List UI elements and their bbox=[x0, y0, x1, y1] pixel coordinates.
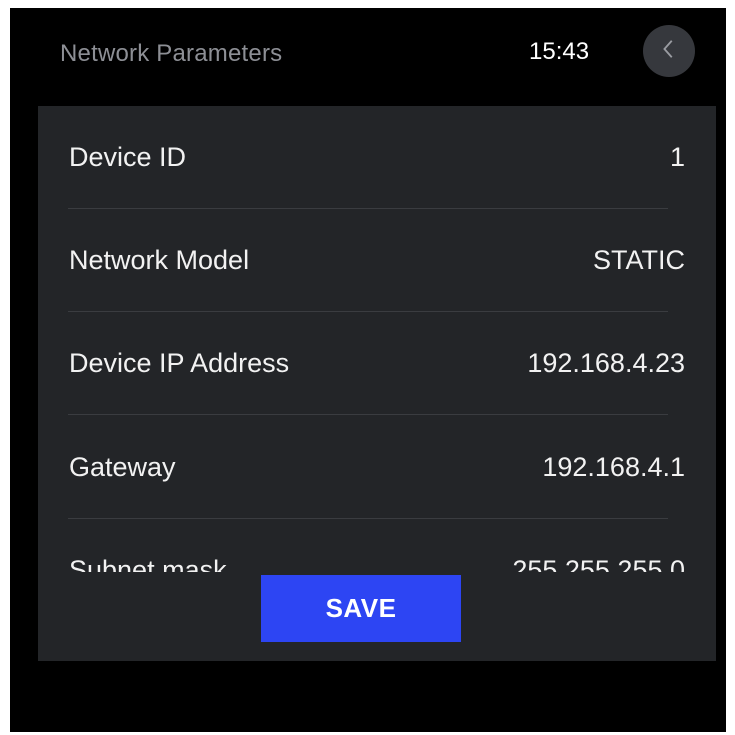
setting-value: STATIC bbox=[593, 245, 685, 275]
settings-list[interactable]: Device ID 1 Network Model STATIC Device … bbox=[38, 106, 716, 572]
setting-label: Device IP Address bbox=[69, 348, 290, 378]
setting-label: Subnet mask bbox=[69, 555, 227, 572]
back-button[interactable] bbox=[643, 25, 695, 77]
setting-label: Gateway bbox=[69, 452, 176, 482]
chevron-left-icon bbox=[658, 38, 680, 65]
divider bbox=[68, 414, 668, 415]
setting-value: 255.255.255.0 bbox=[512, 555, 685, 572]
settings-row-device-ip[interactable]: Device IP Address 192.168.4.23 bbox=[38, 312, 716, 415]
clock-time: 15:43 bbox=[529, 38, 590, 65]
setting-value: 192.168.4.1 bbox=[542, 452, 685, 482]
setting-label: Network Model bbox=[69, 245, 250, 275]
settings-row-network-model[interactable]: Network Model STATIC bbox=[38, 209, 716, 312]
page-title: Network Parameters bbox=[60, 40, 283, 67]
save-button[interactable]: SAVE bbox=[261, 575, 461, 642]
setting-value: 192.168.4.23 bbox=[527, 348, 685, 378]
chevron-left-icon-svg bbox=[663, 39, 673, 58]
setting-label: Device ID bbox=[69, 142, 187, 172]
settings-row-gateway[interactable]: Gateway 192.168.4.1 bbox=[38, 416, 716, 519]
setting-value: 1 bbox=[669, 142, 685, 172]
settings-panel: Device ID 1 Network Model STATIC Device … bbox=[38, 106, 716, 661]
settings-row-subnet-mask[interactable]: Subnet mask 255.255.255.0 bbox=[38, 519, 716, 572]
network-parameters-screen: Network Parameters 15:43 Device ID 1 Net… bbox=[10, 8, 726, 732]
settings-row-device-id[interactable]: Device ID 1 bbox=[38, 106, 716, 209]
